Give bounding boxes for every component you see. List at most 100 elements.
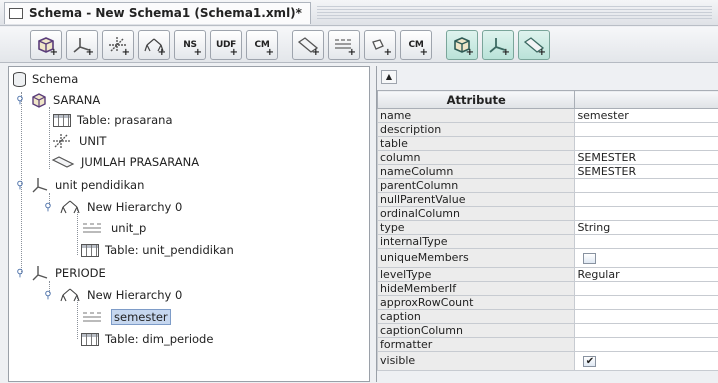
level-icon [83,312,101,322]
table-row[interactable]: name semester [376,108,718,123]
table-row[interactable]: table [376,136,718,151]
tree-node-dimension[interactable]: ⚲ unit pendidikan [15,175,144,195]
add-dimension-usage-button[interactable]: + [102,29,134,60]
table-row[interactable]: description [376,122,718,137]
attribute-value[interactable]: Regular [574,267,718,282]
add-udf-button[interactable]: UDF + [210,29,242,60]
attribute-value[interactable] [574,206,718,221]
hierarchy-icon [60,288,80,302]
attribute-value[interactable] [574,248,718,268]
add-virtual-measure-button[interactable]: + [518,29,550,60]
attribute-table: Attribute name semester description table… [376,90,718,371]
attribute-value[interactable]: String [574,220,718,235]
attribute-value[interactable]: ✔ [574,351,718,371]
title-stripe [316,5,712,20]
add-property-button[interactable]: + [364,29,396,60]
table-row[interactable]: uniqueMembers [376,248,718,268]
table-row[interactable]: internalType [376,234,718,249]
tree-node-level[interactable]: unit_p [81,218,146,238]
attribute-name: internalType [376,234,576,249]
add-measure-button[interactable]: + [292,29,324,60]
window-title: Schema - New Schema1 (Schema1.xml)* [29,6,302,20]
tree-node-table[interactable]: Table: unit_pendidikan [81,240,234,260]
dimension-usage-icon [53,134,70,148]
attribute-value[interactable] [574,281,718,296]
add-level-button[interactable]: + [328,29,360,60]
expand-key-icon[interactable]: ⚲ [15,268,25,279]
add-hierarchy-button[interactable]: + [138,29,170,60]
add-cube-button[interactable]: + [30,29,62,60]
tree-node-level-selected[interactable]: semester [81,307,171,327]
table-row[interactable]: nameColumn SEMESTER [376,164,718,179]
attribute-value[interactable]: SEMESTER [574,150,718,165]
table-row[interactable]: visible ✔ [376,351,718,371]
tree-node-dimension[interactable]: ⚲ PERIODE [15,263,106,283]
window-icon [9,7,23,19]
tree-node-label: SARANA [53,93,101,107]
window-tab[interactable]: Schema - New Schema1 (Schema1.xml)* [4,1,311,24]
attribute-value[interactable] [574,192,718,207]
attribute-value[interactable] [574,337,718,352]
attribute-name: nullParentValue [376,192,576,207]
attribute-name: formatter [376,337,576,352]
table-row[interactable]: nullParentValue [376,192,718,207]
table-icon [81,243,99,257]
expand-key-icon[interactable]: ⚲ [15,95,25,106]
collapse-button[interactable]: ▲ [381,70,397,84]
table-icon [53,113,71,127]
table-row[interactable]: formatter [376,337,718,352]
tree-node-label: Schema [32,72,79,86]
visible-checkbox[interactable]: ✔ [583,355,597,367]
add-calculated-member-button-2[interactable]: CM + [400,29,432,60]
tree-node-dimension-usage[interactable]: UNIT [51,131,106,151]
add-virtual-cube-button[interactable]: + [446,29,478,60]
attribute-name: column [376,150,576,165]
title-bar: Schema - New Schema1 (Schema1.xml)* [0,0,718,26]
tree-node-hierarchy[interactable]: ⚲ New Hierarchy 0 [43,285,182,305]
add-named-set-button[interactable]: NS + [174,29,206,60]
unique-members-checkbox[interactable] [583,252,597,264]
expand-key-icon[interactable]: ⚲ [43,290,53,301]
attribute-name: caption [376,309,576,324]
table-row[interactable]: levelType Regular [376,267,718,282]
attribute-name: ordinalColumn [376,206,576,221]
table-row[interactable]: type String [376,220,718,235]
tree-node-label: unit_p [111,221,147,235]
attribute-value[interactable] [574,178,718,193]
attribute-value[interactable] [574,295,718,310]
tree-node-measure[interactable]: JUMLAH PRASARANA [51,152,199,172]
attribute-value[interactable] [574,136,718,151]
add-virtual-dimension-button[interactable]: + [482,29,514,60]
tree-node-label: Table: prasarana [77,113,173,127]
table-row[interactable]: column SEMESTER [376,150,718,165]
expand-key-icon[interactable]: ⚲ [15,180,25,191]
tree-node-cube[interactable]: ⚲ SARANA [15,90,100,110]
table-row[interactable]: hideMemberIf [376,281,718,296]
tree-node-table[interactable]: Table: dim_periode [81,329,213,349]
attribute-value[interactable] [574,323,718,338]
schema-tree[interactable]: Schema ⚲ SARANA Table: prasarana UNIT JU… [8,66,370,382]
expand-key-icon[interactable]: ⚲ [43,202,53,213]
tree-node-root[interactable]: Schema [13,69,78,89]
add-calculated-member-button[interactable]: CM + [246,29,278,60]
attribute-value[interactable] [574,309,718,324]
tree-node-label: Table: dim_periode [105,332,214,346]
attribute-value[interactable] [574,234,718,249]
add-dimension-button[interactable]: + [66,29,98,60]
table-row[interactable]: parentColumn [376,178,718,193]
table-row[interactable]: ordinalColumn [376,206,718,221]
value-header [574,90,718,109]
tree-node-hierarchy[interactable]: ⚲ New Hierarchy 0 [43,197,182,217]
hierarchy-icon [60,200,80,214]
tree-node-label: unit pendidikan [55,178,145,192]
tree-node-table[interactable]: Table: prasarana [53,110,173,130]
attribute-value[interactable]: semester [574,108,718,123]
toolbar: + + + + NS + UDF + CM + + + + CM + + + + [0,27,718,63]
table-row[interactable]: approxRowCount [376,295,718,310]
tree-node-label: PERIODE [55,266,106,280]
dimension-icon [32,178,48,193]
attribute-value[interactable] [574,122,718,137]
table-row[interactable]: caption [376,309,718,324]
table-row[interactable]: captionColumn [376,323,718,338]
attribute-value[interactable]: SEMESTER [574,164,718,179]
